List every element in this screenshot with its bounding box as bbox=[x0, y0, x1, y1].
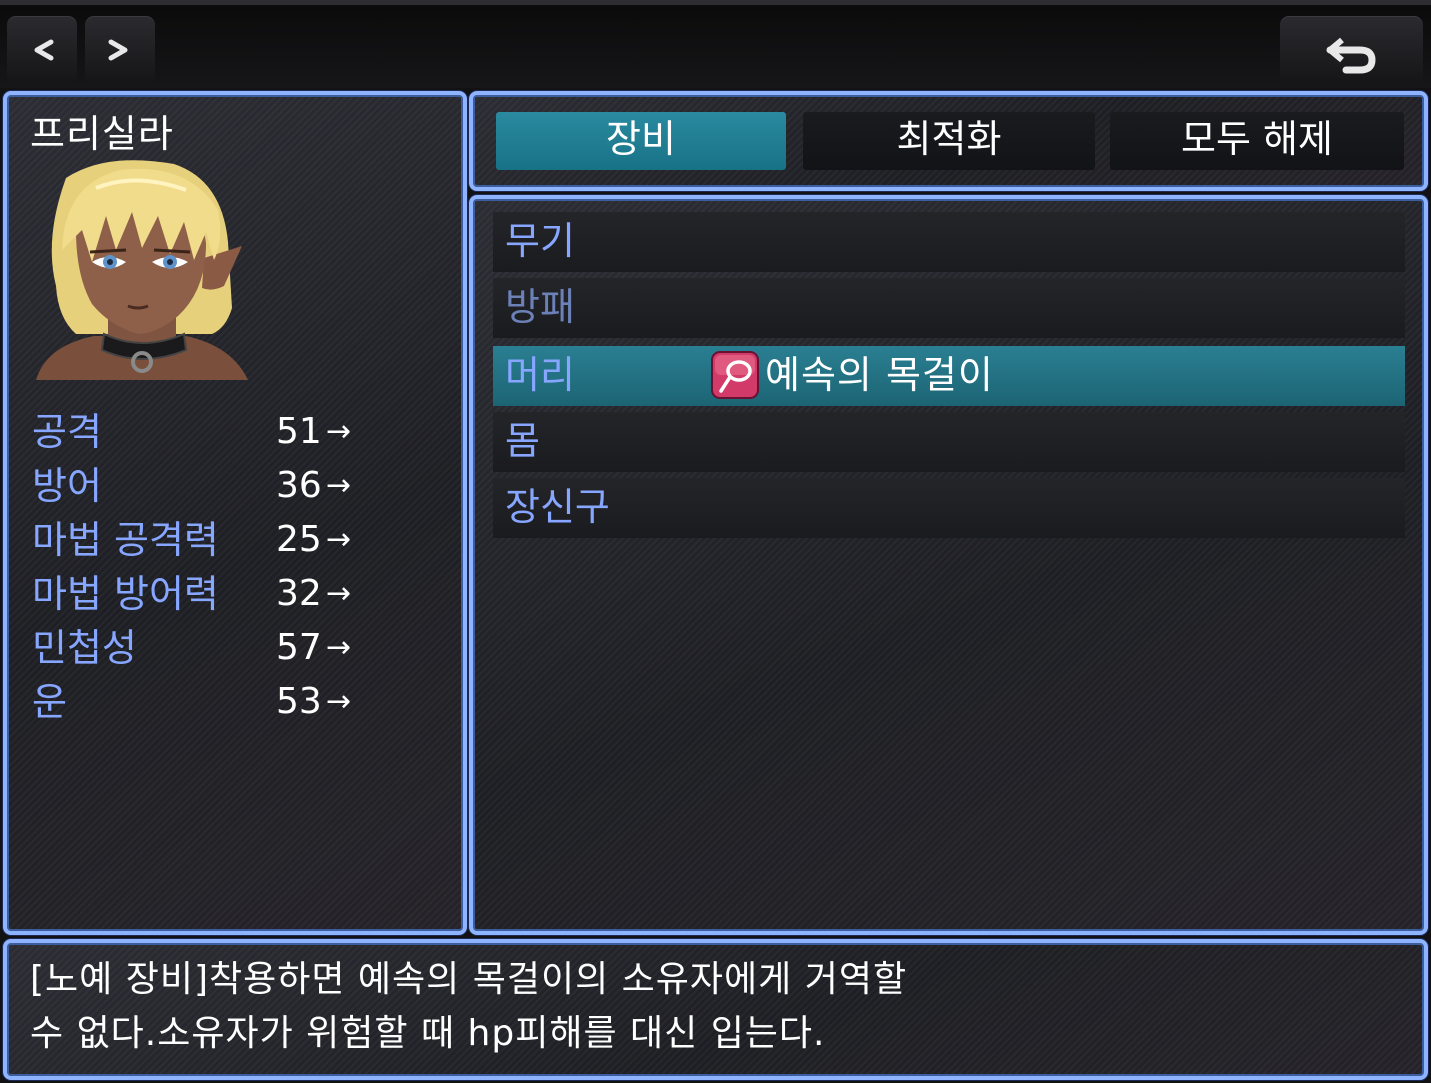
slot-accessory[interactable]: 장신구 bbox=[493, 478, 1405, 538]
top-bar bbox=[0, 0, 1431, 88]
stat-arrow-luck: → bbox=[326, 684, 352, 719]
stat-value-magic-attack: 25 bbox=[276, 519, 322, 560]
stat-label-defense: 방어 bbox=[32, 464, 102, 508]
stat-arrow-agility: → bbox=[326, 630, 352, 665]
character-portrait bbox=[36, 158, 248, 384]
slot-head[interactable]: 머리 예속의 목걸이 bbox=[493, 346, 1405, 406]
next-actor-button[interactable] bbox=[85, 16, 155, 84]
stat-value-agility: 57 bbox=[276, 627, 322, 668]
stat-label-magic-attack: 마법 공격력 bbox=[32, 518, 219, 562]
slot-label-weapon: 무기 bbox=[505, 219, 575, 263]
stat-value-luck: 53 bbox=[276, 681, 322, 722]
stat-value-attack: 51 bbox=[276, 411, 322, 452]
top-edge-line bbox=[0, 0, 1431, 5]
help-text-line1: [노예 장비]착용하면 예속의 목걸이의 소유자에게 거역할 bbox=[30, 959, 908, 1000]
prev-actor-button[interactable] bbox=[7, 16, 77, 84]
stat-arrow-attack: → bbox=[326, 414, 352, 449]
back-button[interactable] bbox=[1280, 16, 1423, 84]
command-equip[interactable]: 장비 bbox=[496, 112, 786, 170]
slot-label-body: 몸 bbox=[505, 419, 540, 463]
stat-arrow-magic-attack: → bbox=[326, 522, 352, 557]
stat-label-luck: 운 bbox=[32, 680, 67, 724]
slot-body[interactable]: 몸 bbox=[493, 412, 1405, 472]
slot-label-head: 머리 bbox=[505, 353, 575, 397]
slot-item-head: 예속의 목걸이 bbox=[765, 353, 994, 397]
slot-label-shield: 방패 bbox=[505, 285, 575, 329]
stat-value-defense: 36 bbox=[276, 465, 322, 506]
stat-label-attack: 공격 bbox=[32, 410, 102, 454]
stat-label-agility: 민첩성 bbox=[32, 626, 137, 670]
command-optimize[interactable]: 최적화 bbox=[803, 112, 1095, 170]
slot-label-accessory: 장신구 bbox=[505, 485, 610, 529]
stat-arrow-magic-defense: → bbox=[326, 576, 352, 611]
stat-arrow-defense: → bbox=[326, 468, 352, 503]
stat-value-magic-defense: 32 bbox=[276, 573, 322, 614]
stat-label-magic-defense: 마법 방어력 bbox=[32, 572, 219, 616]
collar-ring-icon bbox=[711, 351, 759, 403]
slot-weapon[interactable]: 무기 bbox=[493, 212, 1405, 272]
help-text-line2: 수 없다.소유자가 위험할 때 hp피해를 대신 입는다. bbox=[30, 1013, 826, 1054]
command-clear-all[interactable]: 모두 해제 bbox=[1110, 112, 1404, 170]
actor-name: 프리실라 bbox=[30, 112, 174, 156]
slot-shield[interactable]: 방패 bbox=[493, 278, 1405, 338]
